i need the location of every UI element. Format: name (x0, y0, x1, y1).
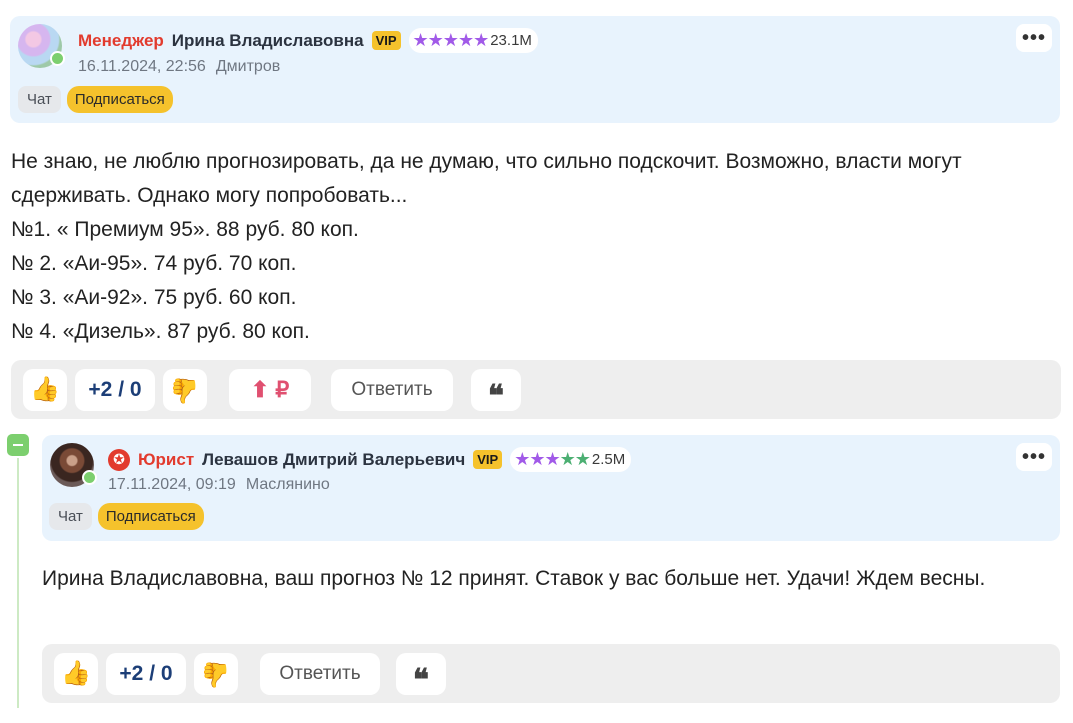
collapse-thread-icon[interactable] (7, 434, 29, 456)
comment-text: Не знаю, не люблю прогнозировать, да не … (11, 145, 1061, 349)
online-status-icon (82, 470, 97, 485)
thumb-up-icon: 👍 (61, 659, 91, 687)
vip-badge: VIP (473, 450, 503, 469)
comment-header: ✪ Юрист Левашов Дмитрий Валерьевич VIP ★… (42, 435, 1060, 541)
author-name[interactable]: Левашов Дмитрий Валерьевич (202, 450, 465, 470)
rating-stars-icon: ★★★ (514, 449, 560, 469)
comment-meta: 16.11.2024, 22:56 Дмитров (78, 58, 280, 76)
comment-header: Менеджер Ирина Владиславовна VIP ★★★★★ 2… (10, 16, 1060, 123)
comment-actions: 👍 +2 / 0 👍 ⬆ ₽ Ответить ❝ (11, 360, 1061, 419)
lawyer-badge-icon: ✪ (108, 448, 130, 471)
tip-button[interactable]: ⬆ ₽ (229, 368, 311, 411)
quote-icon[interactable]: ❝ (396, 652, 446, 697)
subscribe-button[interactable]: Подписаться (97, 503, 204, 530)
author-actions: Чат Подписаться (18, 86, 173, 113)
like-button[interactable]: 👍 (23, 368, 67, 411)
quote-icon[interactable]: ❝ (471, 368, 521, 413)
comment-paragraph: № 2. «Аи-95». 74 руб. 70 коп. (11, 252, 297, 275)
online-status-icon (50, 51, 65, 66)
comment-paragraph: № 3. «Аи-92». 75 руб. 60 коп. (11, 286, 297, 309)
author-city: Маслянино (245, 476, 330, 493)
subscribe-button[interactable]: Подписаться (66, 86, 173, 113)
rating-stars-icon: ★★ (559, 449, 591, 469)
author-role: Менеджер (78, 30, 164, 50)
author-line: ✪ Юрист Левашов Дмитрий Валерьевич VIP ★… (108, 447, 632, 472)
comment-paragraph: № 4. «Дизель». 87 руб. 80 коп. (11, 320, 310, 343)
like-button[interactable]: 👍 (54, 652, 98, 695)
reply-button[interactable]: Ответить (260, 652, 380, 695)
vote-score: +2 / 0 (106, 652, 186, 695)
thread-line (17, 458, 19, 708)
author-role: Юрист (138, 449, 195, 469)
author-city: Дмитров (215, 58, 281, 75)
comment-paragraph: №1. « Премиум 95». 88 руб. 80 коп. (11, 218, 359, 241)
reply-button[interactable]: Ответить (331, 368, 453, 411)
comments-thread: Менеджер Ирина Владиславовна VIP ★★★★★ 2… (0, 0, 1073, 723)
rating-badge: ★★★ ★★ 2.5M (510, 447, 632, 472)
vote-score: +2 / 0 (75, 368, 155, 411)
comment-meta: 17.11.2024, 09:19 Маслянино (108, 476, 330, 494)
rating-value: 23.1M (490, 32, 532, 49)
vip-badge: VIP (371, 31, 401, 50)
avatar[interactable] (50, 443, 97, 487)
rating-stars-icon: ★★★★★ (412, 30, 490, 50)
author-line: Менеджер Ирина Владиславовна VIP ★★★★★ 2… (78, 28, 538, 53)
thumb-down-icon: 👍 (170, 376, 200, 404)
rating-value: 2.5M (591, 451, 626, 468)
comment-text: Ирина Владиславовна, ваш прогноз № 12 пр… (42, 562, 1060, 596)
more-options-icon[interactable]: ••• (1016, 24, 1052, 52)
chat-button[interactable]: Чат (49, 503, 92, 530)
comment-paragraph: Не знаю, не люблю прогнозировать, да не … (11, 150, 962, 207)
author-actions: Чат Подписаться (49, 503, 204, 530)
rating-badge: ★★★★★ 23.1M (408, 28, 538, 53)
comment-actions: 👍 +2 / 0 👍 Ответить ❝ (42, 644, 1060, 703)
more-options-icon[interactable]: ••• (1016, 443, 1052, 471)
comment-paragraph: Ирина Владиславовна, ваш прогноз № 12 пр… (42, 567, 986, 590)
dislike-button[interactable]: 👍 (194, 652, 238, 695)
comment-date: 17.11.2024, 09:19 (108, 476, 236, 493)
avatar[interactable] (18, 24, 65, 68)
dislike-button[interactable]: 👍 (163, 368, 207, 411)
comment-date: 16.11.2024, 22:56 (78, 58, 206, 75)
thumb-down-icon: 👍 (201, 660, 231, 688)
chat-button[interactable]: Чат (18, 86, 61, 113)
author-name[interactable]: Ирина Владиславовна (172, 31, 364, 51)
thumb-up-icon: 👍 (30, 375, 60, 403)
